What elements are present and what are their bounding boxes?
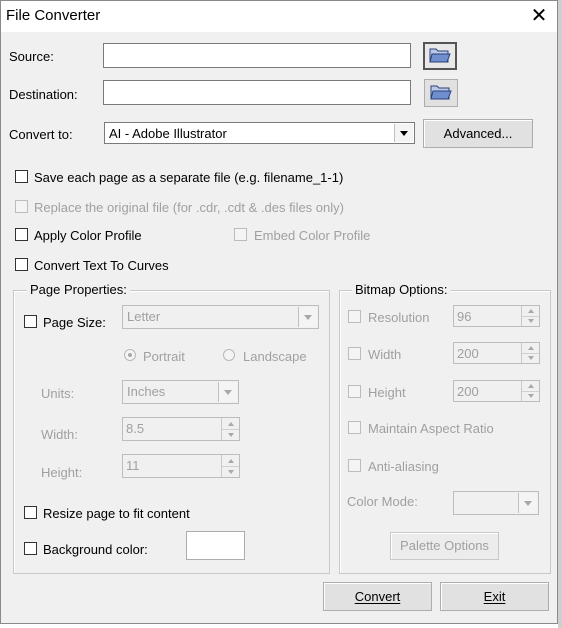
chevron-down-icon bbox=[518, 493, 537, 513]
page-height-spinner: 11 bbox=[122, 454, 240, 478]
source-label: Source: bbox=[9, 49, 54, 64]
page-height-value: 11 bbox=[126, 458, 140, 473]
page-size-select: Letter bbox=[122, 305, 319, 329]
portrait-label: Portrait bbox=[143, 349, 185, 364]
exit-button[interactable]: Exit bbox=[440, 582, 549, 611]
maintain-aspect-checkbox bbox=[348, 421, 361, 434]
antialiasing-label: Anti-aliasing bbox=[368, 459, 439, 474]
page-size-checkbox[interactable] bbox=[24, 315, 37, 328]
resolution-checkbox bbox=[348, 310, 361, 323]
resolution-spinner: 96 bbox=[453, 305, 540, 327]
format-select[interactable]: AI - Adobe Illustrator bbox=[104, 122, 415, 144]
chevron-down-icon bbox=[298, 307, 317, 327]
destination-label: Destination: bbox=[9, 87, 78, 102]
convert-button[interactable]: Convert bbox=[323, 582, 432, 611]
save-each-page-checkbox[interactable] bbox=[15, 170, 28, 183]
units-select: Inches bbox=[122, 380, 239, 404]
page-size-value: Letter bbox=[127, 309, 161, 324]
folder-open-icon bbox=[429, 46, 451, 67]
folder-open-icon bbox=[430, 83, 452, 104]
bitmap-height-checkbox bbox=[348, 385, 361, 398]
bitmap-height-value: 200 bbox=[457, 384, 479, 399]
source-input[interactable] bbox=[103, 43, 411, 68]
convert-text-to-curves-label: Convert Text To Curves bbox=[34, 258, 169, 273]
chevron-down-icon bbox=[218, 382, 237, 402]
source-browse-button[interactable] bbox=[423, 42, 457, 70]
portrait-radio bbox=[124, 349, 136, 361]
chevron-down-icon[interactable] bbox=[394, 124, 413, 142]
bitmap-width-label: Width bbox=[368, 347, 402, 362]
page-size-label: Page Size: bbox=[43, 315, 106, 330]
resize-page-label: Resize page to fit content bbox=[43, 506, 190, 521]
convert-text-to-curves-checkbox[interactable] bbox=[15, 258, 28, 271]
background-color-swatch[interactable] bbox=[186, 531, 245, 560]
bitmap-width-checkbox bbox=[348, 347, 361, 360]
resolution-label: Resolution bbox=[368, 310, 430, 325]
bitmap-options-title: Bitmap Options: bbox=[352, 282, 451, 297]
replace-original-label: Replace the original file (for .cdr, .cd… bbox=[34, 200, 344, 215]
embed-color-profile-checkbox bbox=[234, 228, 247, 241]
units-value: Inches bbox=[127, 384, 166, 399]
palette-options-button: Palette Options bbox=[390, 532, 499, 560]
page-width-label: Width: bbox=[41, 427, 78, 442]
background-edge bbox=[558, 0, 562, 628]
antialiasing-checkbox bbox=[348, 459, 361, 472]
maintain-aspect-label: Maintain Aspect Ratio bbox=[368, 421, 494, 436]
landscape-radio bbox=[223, 349, 235, 361]
apply-color-profile-label: Apply Color Profile bbox=[34, 228, 142, 243]
replace-original-checkbox bbox=[15, 200, 28, 213]
page-height-label: Height: bbox=[41, 465, 83, 480]
spin-down-icon bbox=[522, 353, 539, 363]
close-icon[interactable]: ✕ bbox=[525, 3, 553, 29]
bitmap-height-spinner: 200 bbox=[453, 380, 540, 402]
background-color-checkbox[interactable] bbox=[24, 542, 37, 555]
window-title: File Converter bbox=[6, 7, 101, 24]
convert-to-label: Convert to: bbox=[9, 127, 73, 142]
resolution-value: 96 bbox=[457, 309, 472, 324]
background-color-label: Background color: bbox=[43, 542, 148, 557]
bitmap-width-spinner: 200 bbox=[453, 342, 540, 364]
page-properties-title: Page Properties: bbox=[27, 282, 130, 297]
spin-down-icon bbox=[222, 429, 239, 440]
units-label: Units: bbox=[41, 386, 75, 401]
landscape-label: Landscape bbox=[243, 349, 307, 364]
color-mode-label: Color Mode: bbox=[347, 494, 418, 509]
spin-down-icon bbox=[522, 391, 539, 401]
bitmap-width-value: 200 bbox=[457, 346, 479, 361]
spin-down-icon bbox=[522, 316, 539, 326]
format-selected: AI - Adobe Illustrator bbox=[109, 126, 227, 141]
save-each-page-label: Save each page as a separate file (e.g. … bbox=[34, 170, 344, 185]
page-width-value: 8.5 bbox=[126, 421, 145, 436]
page-width-spinner: 8.5 bbox=[122, 417, 240, 441]
embed-color-profile-label: Embed Color Profile bbox=[254, 228, 371, 243]
apply-color-profile-checkbox[interactable] bbox=[15, 228, 28, 241]
advanced-button[interactable]: Advanced... bbox=[423, 119, 533, 148]
spin-down-icon bbox=[222, 466, 239, 477]
bitmap-height-label: Height bbox=[368, 385, 406, 400]
resize-page-checkbox[interactable] bbox=[24, 506, 37, 519]
destination-input[interactable] bbox=[103, 80, 411, 105]
destination-browse-button[interactable] bbox=[424, 79, 458, 107]
color-mode-select bbox=[453, 491, 539, 515]
